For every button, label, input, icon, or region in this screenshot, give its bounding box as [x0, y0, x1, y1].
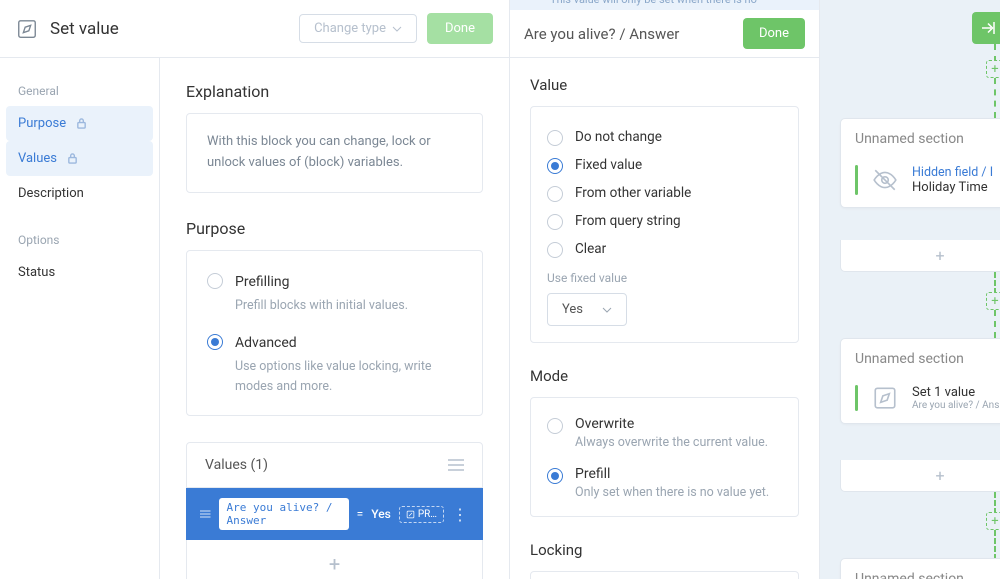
card2-add-button[interactable]: + — [840, 460, 1000, 492]
flow-start-icon[interactable] — [972, 12, 1000, 44]
pr-chip: PR… — [399, 506, 444, 523]
sidebar-group-general: General — [0, 76, 159, 106]
purpose-panel: Prefilling Prefill blocks with initial v… — [186, 250, 483, 417]
purpose-advanced-option[interactable]: Advanced Use options like value locking,… — [207, 330, 462, 397]
radio-off-icon — [207, 273, 223, 289]
mode-section-title: Mode — [530, 367, 799, 385]
card1-add-button[interactable]: + — [840, 240, 1000, 272]
info-banner: This value will only be set when there i… — [510, 0, 819, 10]
radio-on-icon — [207, 334, 223, 350]
add-value-button[interactable]: + — [186, 540, 483, 579]
explanation-panel: With this block you can change, lock or … — [186, 113, 483, 193]
value-panel: Do not change Fixed value From other var… — [530, 106, 799, 343]
sidebar-item-status[interactable]: Status — [0, 255, 159, 290]
value-item-row[interactable]: Are you alive? / Answer = Yes PR… ⋮ — [186, 488, 483, 540]
value-opt-nochange[interactable]: Do not change — [547, 123, 782, 151]
mode-panel: OverwriteAlways overwrite the current va… — [530, 397, 799, 517]
locking-panel: Do not changeDo not lock or unlock the v… — [530, 571, 799, 579]
mid-panel-title: Are you alive? / Answer — [524, 25, 743, 43]
value-section-title: Value — [530, 76, 799, 94]
lock-icon — [76, 118, 87, 129]
flow-card-3[interactable]: Unnamed section — [840, 558, 1000, 579]
mode-overwrite-option[interactable]: OverwriteAlways overwrite the current va… — [547, 414, 782, 464]
fixed-value-select[interactable]: Yes — [547, 293, 627, 326]
chevron-down-icon — [602, 305, 612, 315]
value-opt-other[interactable]: From other variable — [547, 179, 782, 207]
grip-icon[interactable] — [200, 509, 211, 519]
use-fixed-label: Use fixed value — [547, 271, 782, 285]
done-button-disabled[interactable]: Done — [427, 13, 493, 44]
sidebar-group-options: Options — [0, 225, 159, 255]
sidebar-item-values[interactable]: Values — [6, 141, 153, 176]
edit-icon — [872, 385, 898, 411]
locking-section-title: Locking — [530, 541, 799, 559]
change-type-button[interactable]: Change type — [299, 14, 417, 43]
flow-add-button[interactable]: + — [986, 292, 1000, 310]
variable-chip: Are you alive? / Answer — [219, 498, 349, 530]
mode-prefill-option[interactable]: PrefillOnly set when there is no value y… — [547, 464, 782, 500]
purpose-title: Purpose — [186, 219, 483, 238]
page-title: Set value — [50, 19, 299, 39]
more-icon[interactable]: ⋮ — [452, 505, 469, 524]
sidebar-item-description[interactable]: Description — [0, 176, 159, 211]
flow-card-1[interactable]: Unnamed section Hidden field / I Holiday… — [840, 118, 1000, 208]
flow-add-button[interactable]: + — [986, 512, 1000, 530]
edit-icon — [16, 18, 38, 40]
value-opt-clear[interactable]: Clear — [547, 235, 782, 263]
lock-icon — [67, 153, 78, 164]
value-opt-fixed[interactable]: Fixed value — [547, 151, 782, 179]
flow-add-button[interactable]: + — [986, 60, 1000, 78]
equals-sign: = — [357, 507, 364, 521]
value-opt-query[interactable]: From query string — [547, 207, 782, 235]
done-button[interactable]: Done — [743, 18, 805, 49]
chevron-down-icon — [392, 24, 402, 34]
value-result: Yes — [371, 507, 391, 521]
eye-off-icon — [872, 167, 898, 193]
explanation-title: Explanation — [186, 82, 483, 101]
sidebar-item-purpose[interactable]: Purpose — [6, 106, 153, 141]
flow-card-2[interactable]: Unnamed section Set 1 value Are you aliv… — [840, 338, 1000, 424]
hamburger-icon[interactable] — [448, 459, 464, 471]
purpose-prefilling-option[interactable]: Prefilling Prefill blocks with initial v… — [207, 269, 462, 330]
values-header[interactable]: Values (1) — [186, 442, 483, 488]
